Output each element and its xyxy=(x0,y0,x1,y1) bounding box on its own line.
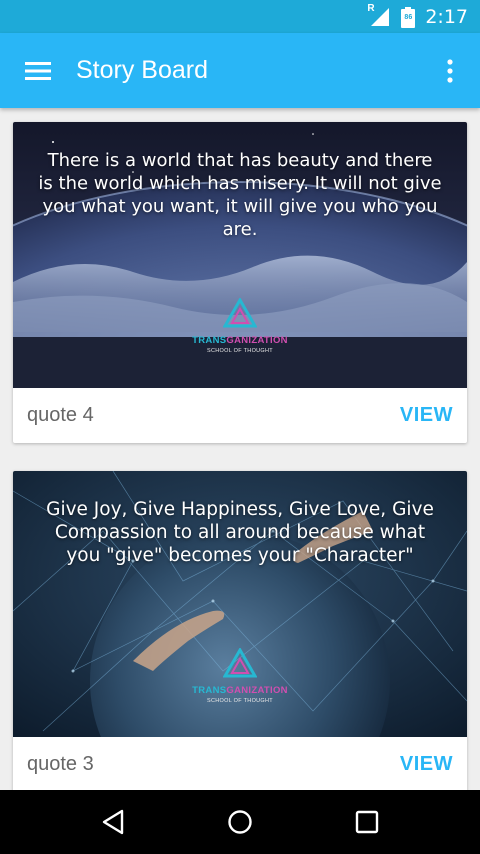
logo-name-part1: TRANS xyxy=(192,685,227,696)
back-button[interactable] xyxy=(83,790,143,854)
hamburger-menu-button[interactable] xyxy=(0,33,76,108)
app-title: Story Board xyxy=(76,56,209,84)
overflow-menu-button[interactable] xyxy=(420,33,480,108)
system-nav-bar xyxy=(0,790,480,854)
quote-text: There is a world that has beauty and the… xyxy=(38,150,442,240)
roaming-indicator: R xyxy=(367,2,375,14)
logo-name-part2: GANIZATION xyxy=(226,685,288,696)
transganization-logo: TRANSGANIZATION SCHOOL OF THOUGHT xyxy=(185,646,295,704)
quote-image[interactable]: Give Joy, Give Happiness, Give Love, Giv… xyxy=(13,471,467,737)
logo-name: TRANSGANIZATION xyxy=(185,685,295,696)
battery-icon: 86 xyxy=(401,6,416,28)
triangle-logo-icon xyxy=(222,646,258,678)
home-button[interactable] xyxy=(210,790,270,854)
card-footer: quote 3 VIEW xyxy=(13,737,467,790)
logo-name: TRANSGANIZATION xyxy=(185,335,295,346)
logo-name-part1: TRANS xyxy=(192,335,227,346)
battery-level: 86 xyxy=(404,13,413,21)
story-card[interactable]: Give Joy, Give Happiness, Give Love, Giv… xyxy=(13,471,467,790)
home-icon xyxy=(228,810,252,834)
card-footer: quote 4 VIEW xyxy=(13,388,467,443)
view-button[interactable]: VIEW xyxy=(400,404,453,427)
recents-icon xyxy=(355,810,378,834)
transganization-logo: TRANSGANIZATION SCHOOL OF THOUGHT xyxy=(185,296,295,354)
hamburger-menu-icon xyxy=(25,61,51,80)
card-label: quote 3 xyxy=(27,753,94,775)
logo-subtitle: SCHOOL OF THOUGHT xyxy=(207,348,273,354)
back-icon xyxy=(103,809,124,835)
story-card[interactable]: There is a world that has beauty and the… xyxy=(13,122,467,443)
app-bar: Story Board xyxy=(0,33,480,108)
signal-icon: R xyxy=(367,2,391,28)
status-bar: R 86 2:17 xyxy=(0,0,480,33)
logo-name-part2: GANIZATION xyxy=(226,335,288,346)
quote-image[interactable]: There is a world that has beauty and the… xyxy=(13,122,467,388)
logo-subtitle: SCHOOL OF THOUGHT xyxy=(207,698,273,704)
status-time: 2:17 xyxy=(425,5,468,28)
card-label: quote 4 xyxy=(27,404,94,426)
more-vert-icon xyxy=(447,58,453,83)
view-button[interactable]: VIEW xyxy=(400,753,453,776)
triangle-logo-icon xyxy=(222,296,258,328)
story-list[interactable]: There is a world that has beauty and the… xyxy=(0,108,480,790)
recents-button[interactable] xyxy=(337,790,397,854)
quote-text: Give Joy, Give Happiness, Give Love, Giv… xyxy=(46,499,434,566)
